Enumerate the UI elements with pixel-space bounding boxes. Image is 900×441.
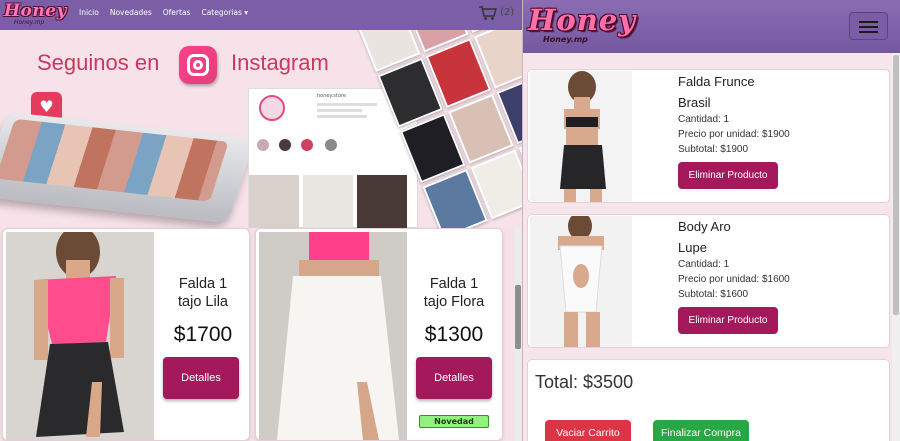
- cart-scrollbar[interactable]: [892, 53, 900, 441]
- brand-logo-subtext: Honey.mp: [543, 35, 588, 44]
- brand-logo[interactable]: Honey: [4, 1, 67, 21]
- eliminar-producto-button[interactable]: Eliminar Producto: [678, 162, 778, 189]
- detalles-button[interactable]: Detalles: [163, 357, 239, 399]
- nav-links: Inicio Novedades Ofertas Categorias ▾: [79, 8, 259, 17]
- eliminar-producto-button[interactable]: Eliminar Producto: [678, 307, 778, 334]
- finalizar-compra-button[interactable]: Finalizar Compra: [653, 420, 749, 441]
- cart-total-box: Total: $3500 Vaciar Carrito Finalizar Co…: [527, 359, 890, 441]
- cart-item: Falda Frunce Brasil Cantidad: 1 Precio p…: [527, 69, 890, 203]
- vaciar-carrito-button[interactable]: Vaciar Carrito: [545, 420, 631, 441]
- product-price: $1700: [173, 323, 233, 346]
- product-card[interactable]: Falda 1 tajo Lila $1700 Detalles: [2, 228, 250, 441]
- instagram-icon: [179, 46, 217, 84]
- cart-item-subtotal: Subtotal: $1600: [678, 289, 749, 300]
- profile-avatar: [259, 95, 285, 121]
- detalles-button[interactable]: Detalles: [416, 357, 492, 399]
- cart-item-name-line1: Body Aro: [678, 219, 731, 234]
- cart-item-unit-price: Precio por unidad: $1600: [678, 274, 790, 285]
- nav-link-ofertas[interactable]: Ofertas: [163, 8, 191, 17]
- cart-item-subtotal: Subtotal: $1900: [678, 144, 749, 155]
- shopping-cart-icon[interactable]: [478, 5, 498, 21]
- phone-illustration: [0, 111, 255, 224]
- cart-item-name-line2: Lupe: [678, 240, 707, 255]
- cart-item-name-line2: Brasil: [678, 95, 711, 110]
- cart-item-image: [530, 216, 632, 347]
- cart-page: Honey Honey.mp Falda Frunce Brasil Canti…: [522, 0, 900, 441]
- product-name-line2: tajo Flora: [423, 294, 485, 310]
- cart-item-name-line1: Falda Frunce: [678, 74, 755, 89]
- cart-navbar: Honey Honey.mp: [523, 0, 900, 53]
- banner-text-seguinos: Seguinos en: [37, 50, 160, 75]
- screenshot-root: Honey Honey.mp Inicio Novedades Ofertas …: [0, 0, 900, 441]
- cart-item-unit-price: Precio por unidad: $1900: [678, 129, 790, 140]
- profile-handle: honey.store: [317, 93, 346, 99]
- store-page: Honey Honey.mp Inicio Novedades Ofertas …: [0, 0, 522, 441]
- product-name-line1: Falda 1: [429, 276, 479, 292]
- product-name-line1: Falda 1: [178, 276, 228, 292]
- hamburger-icon[interactable]: [849, 12, 888, 40]
- novedad-badge: Novedad: [419, 415, 489, 428]
- cart-item-quantity: Cantidad: 1: [678, 259, 730, 270]
- brand-logo-subtext: Honey.mp: [14, 19, 45, 26]
- cart-item-image: [530, 71, 632, 202]
- page-scrollbar[interactable]: [514, 228, 522, 441]
- brand-logo[interactable]: Honey: [528, 3, 636, 37]
- cart-total: Total: $3500: [535, 372, 634, 392]
- nav-link-inicio[interactable]: Inicio: [79, 8, 99, 17]
- cart-item: Body Aro Lupe Cantidad: 1 Precio por uni…: [527, 214, 890, 348]
- cart-count: (2): [500, 7, 515, 18]
- product-name-line2: tajo Lila: [178, 294, 228, 310]
- banner-text-instagram: Instagram: [231, 50, 329, 75]
- nav-link-novedades[interactable]: Novedades: [110, 8, 152, 17]
- product-price: $1300: [424, 323, 484, 346]
- product-image[interactable]: [259, 232, 407, 440]
- instagram-banner[interactable]: Seguinos en Instagram ♥ honey.store: [0, 30, 522, 228]
- product-image[interactable]: [6, 232, 154, 440]
- product-card[interactable]: Falda 1 tajo Flora $1300 Detalles Noveda…: [255, 228, 503, 441]
- top-navbar: Honey Honey.mp Inicio Novedades Ofertas …: [0, 0, 522, 30]
- nav-link-categorias-dropdown[interactable]: Categorias ▾: [201, 8, 248, 17]
- cart-item-quantity: Cantidad: 1: [678, 114, 730, 125]
